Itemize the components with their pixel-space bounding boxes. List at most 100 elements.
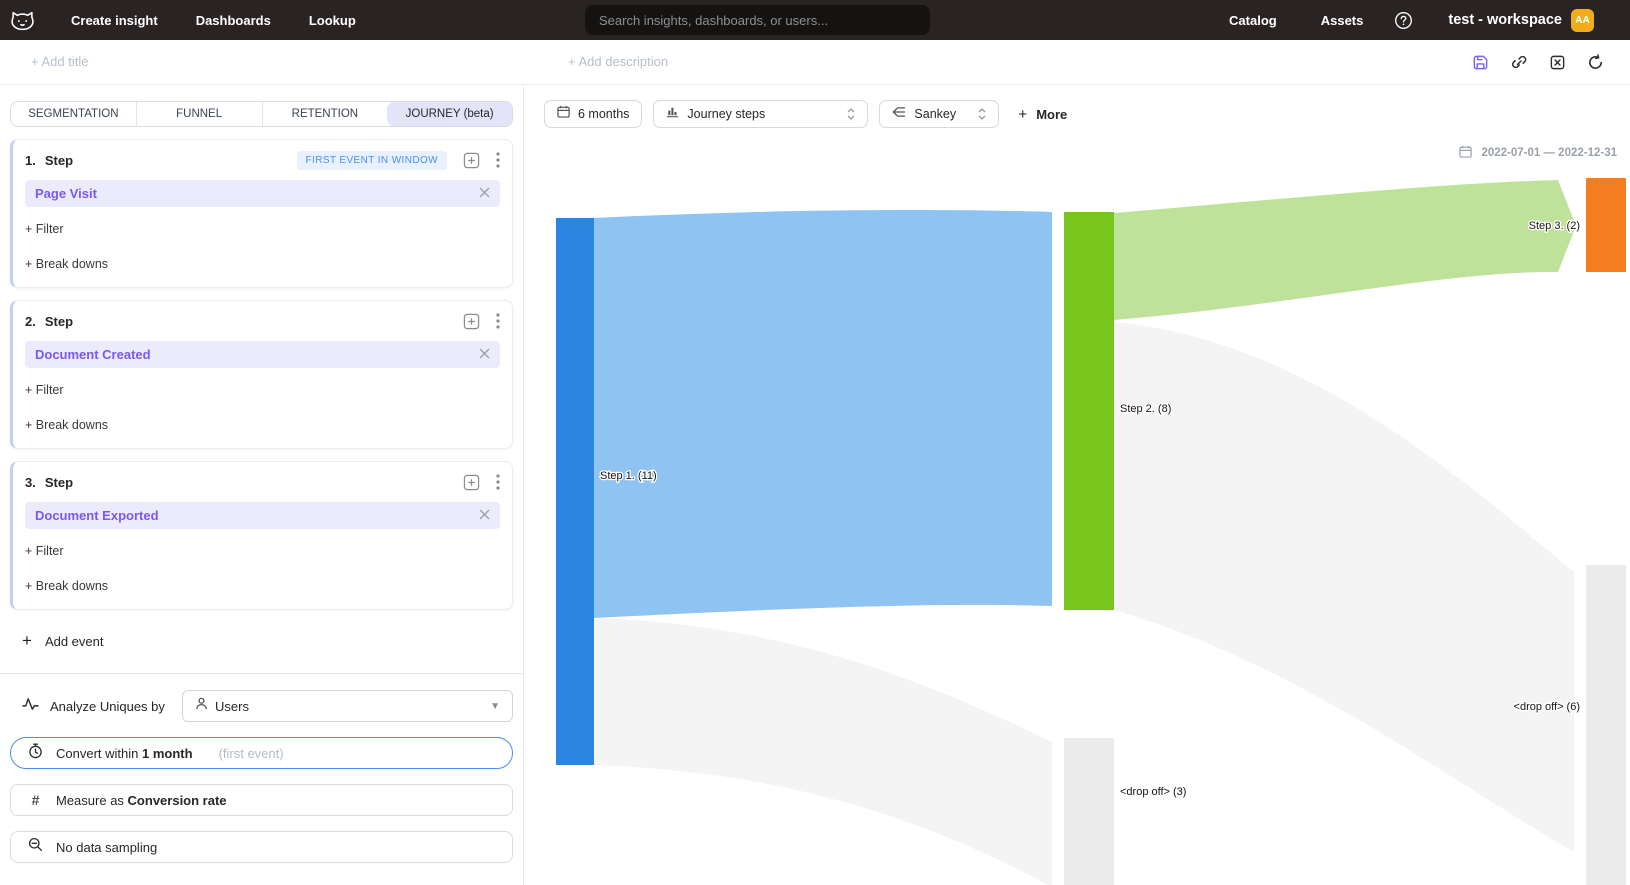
select-updown-icon <box>978 108 986 120</box>
select-updown-icon <box>847 108 855 120</box>
node-step1[interactable] <box>556 218 594 765</box>
analyze-row: Analyze Uniques by Users ▼ <box>10 690 513 722</box>
app-logo-cat-icon[interactable] <box>10 8 35 33</box>
tab-journey[interactable]: JOURNEY (beta) <box>387 102 512 126</box>
remove-event-icon[interactable] <box>479 346 490 364</box>
analyze-by-select[interactable]: Users ▼ <box>182 690 513 722</box>
link-step1-step2[interactable] <box>594 210 1052 618</box>
clear-icon[interactable] <box>1549 54 1566 71</box>
remove-event-icon[interactable] <box>479 185 490 203</box>
tab-retention[interactable]: RETENTION <box>262 102 388 126</box>
add-filter-button[interactable]: + Filter <box>25 383 64 397</box>
link-step2-step3[interactable] <box>1114 180 1576 320</box>
link-step2-dropoff[interactable] <box>1114 322 1574 852</box>
workspace-name[interactable]: test - workspace <box>1448 12 1562 28</box>
panel-divider <box>0 673 523 674</box>
activity-icon <box>22 697 39 716</box>
add-step-icon[interactable] <box>463 152 480 169</box>
analyze-label: Analyze Uniques by <box>50 699 165 714</box>
query-builder-panel: SEGMENTATION FUNNEL RETENTION JOURNEY (b… <box>0 85 524 885</box>
label-step2: Step 2. (8) <box>1120 403 1171 415</box>
event-name: Document Exported <box>35 508 479 523</box>
data-sampling-control[interactable]: No data sampling <box>10 831 513 863</box>
help-icon[interactable] <box>1394 11 1413 30</box>
tab-funnel[interactable]: FUNNEL <box>136 102 262 126</box>
menu-create-insight[interactable]: Create insight <box>71 13 158 28</box>
add-step-icon[interactable] <box>463 313 480 330</box>
chart-type-select[interactable]: Sankey <box>879 100 999 128</box>
plus-icon: + <box>22 631 32 651</box>
chevron-down-icon: ▼ <box>490 701 500 712</box>
insight-type-tabs: SEGMENTATION FUNNEL RETENTION JOURNEY (b… <box>10 101 513 127</box>
menu-dashboards[interactable]: Dashboards <box>196 13 271 28</box>
search-input[interactable] <box>585 5 930 35</box>
node-dropoff-right[interactable] <box>1586 565 1626 885</box>
convert-prefix: Convert within <box>56 746 138 761</box>
step-card-2: 2. Step Document Created + Filter + Brea… <box>10 300 513 449</box>
event-selector[interactable]: Document Exported <box>25 502 500 529</box>
add-breakdown-button[interactable]: + Break downs <box>25 257 108 271</box>
sampling-label: No data sampling <box>56 840 157 855</box>
link-step1-dropoff[interactable] <box>594 618 1052 885</box>
add-filter-button[interactable]: + Filter <box>25 222 64 236</box>
node-dropoff-mid[interactable] <box>1064 738 1114 885</box>
menu-lookup[interactable]: Lookup <box>309 13 356 28</box>
user-avatar[interactable]: AA <box>1571 9 1594 32</box>
insight-title-bar: + Add title + Add description <box>0 40 1630 85</box>
step-title: Step <box>45 314 73 329</box>
event-selector[interactable]: Document Created <box>25 341 500 368</box>
node-step3[interactable] <box>1586 178 1626 272</box>
step-menu-kebab-icon[interactable] <box>496 152 500 168</box>
label-step3: Step 3. (2) <box>1529 220 1580 232</box>
time-window-button[interactable]: 6 months <box>544 100 642 128</box>
node-step2[interactable] <box>1064 212 1114 610</box>
add-event-button[interactable]: + Add event <box>22 631 513 651</box>
remove-event-icon[interactable] <box>479 507 490 525</box>
step-number: 1. <box>25 153 36 168</box>
step-card-1: 1. Step FIRST EVENT IN WINDOW Page Visit… <box>10 139 513 288</box>
step-number: 3. <box>25 475 36 490</box>
analyze-by-value: Users <box>215 699 249 714</box>
chart-toolbar: 6 months Journey steps Sankey <box>524 85 1630 128</box>
refresh-icon[interactable] <box>1587 54 1604 71</box>
sankey-chart[interactable]: Step 1. (11) Step 2. (8) Step 3. (2) <dr… <box>524 140 1630 885</box>
magnifier-minus-icon <box>28 837 43 857</box>
convert-within-control[interactable]: Convert within 1 month (first event) <box>10 737 513 769</box>
view-type-select[interactable]: Journey steps <box>653 100 868 128</box>
step-card-3: 3. Step Document Exported + Filter + Bre… <box>10 461 513 610</box>
add-breakdown-button[interactable]: + Break downs <box>25 418 108 432</box>
chart-area: 6 months Journey steps Sankey <box>524 85 1630 885</box>
user-icon <box>195 697 208 715</box>
measure-prefix: Measure as <box>56 793 124 808</box>
add-breakdown-button[interactable]: + Break downs <box>25 579 108 593</box>
event-name: Page Visit <box>35 186 479 201</box>
step-menu-kebab-icon[interactable] <box>496 313 500 329</box>
step-number: 2. <box>25 314 36 329</box>
sankey-icon <box>892 105 906 123</box>
convert-value: 1 month <box>142 746 193 761</box>
menu-catalog[interactable]: Catalog <box>1229 13 1277 28</box>
step-title: Step <box>45 153 73 168</box>
event-selector[interactable]: Page Visit <box>25 180 500 207</box>
add-step-icon[interactable] <box>463 474 480 491</box>
more-options-button[interactable]: + More <box>1018 106 1067 123</box>
plus-icon: + <box>1018 106 1027 123</box>
save-icon[interactable] <box>1472 54 1489 71</box>
label-dropoff-mid: <drop off> (3) <box>1120 786 1186 798</box>
menu-assets[interactable]: Assets <box>1321 13 1364 28</box>
add-filter-button[interactable]: + Filter <box>25 544 64 558</box>
add-description-button[interactable]: + Add description <box>568 54 668 69</box>
titlebar-actions <box>1472 53 1604 71</box>
first-event-badge: FIRST EVENT IN WINDOW <box>297 151 447 170</box>
hash-icon: # <box>28 792 43 808</box>
main-menu: Create insight Dashboards Lookup <box>71 13 356 28</box>
copy-link-icon[interactable] <box>1510 53 1528 71</box>
convert-note: (first event) <box>219 746 284 761</box>
bar-chart-icon <box>666 105 679 123</box>
measure-as-control[interactable]: # Measure as Conversion rate <box>10 784 513 816</box>
add-title-button[interactable]: + Add title <box>31 54 88 69</box>
event-name: Document Created <box>35 347 479 362</box>
navbar-right: Catalog Assets test - workspace AA <box>1229 0 1594 40</box>
tab-segmentation[interactable]: SEGMENTATION <box>11 102 136 126</box>
step-menu-kebab-icon[interactable] <box>496 474 500 490</box>
